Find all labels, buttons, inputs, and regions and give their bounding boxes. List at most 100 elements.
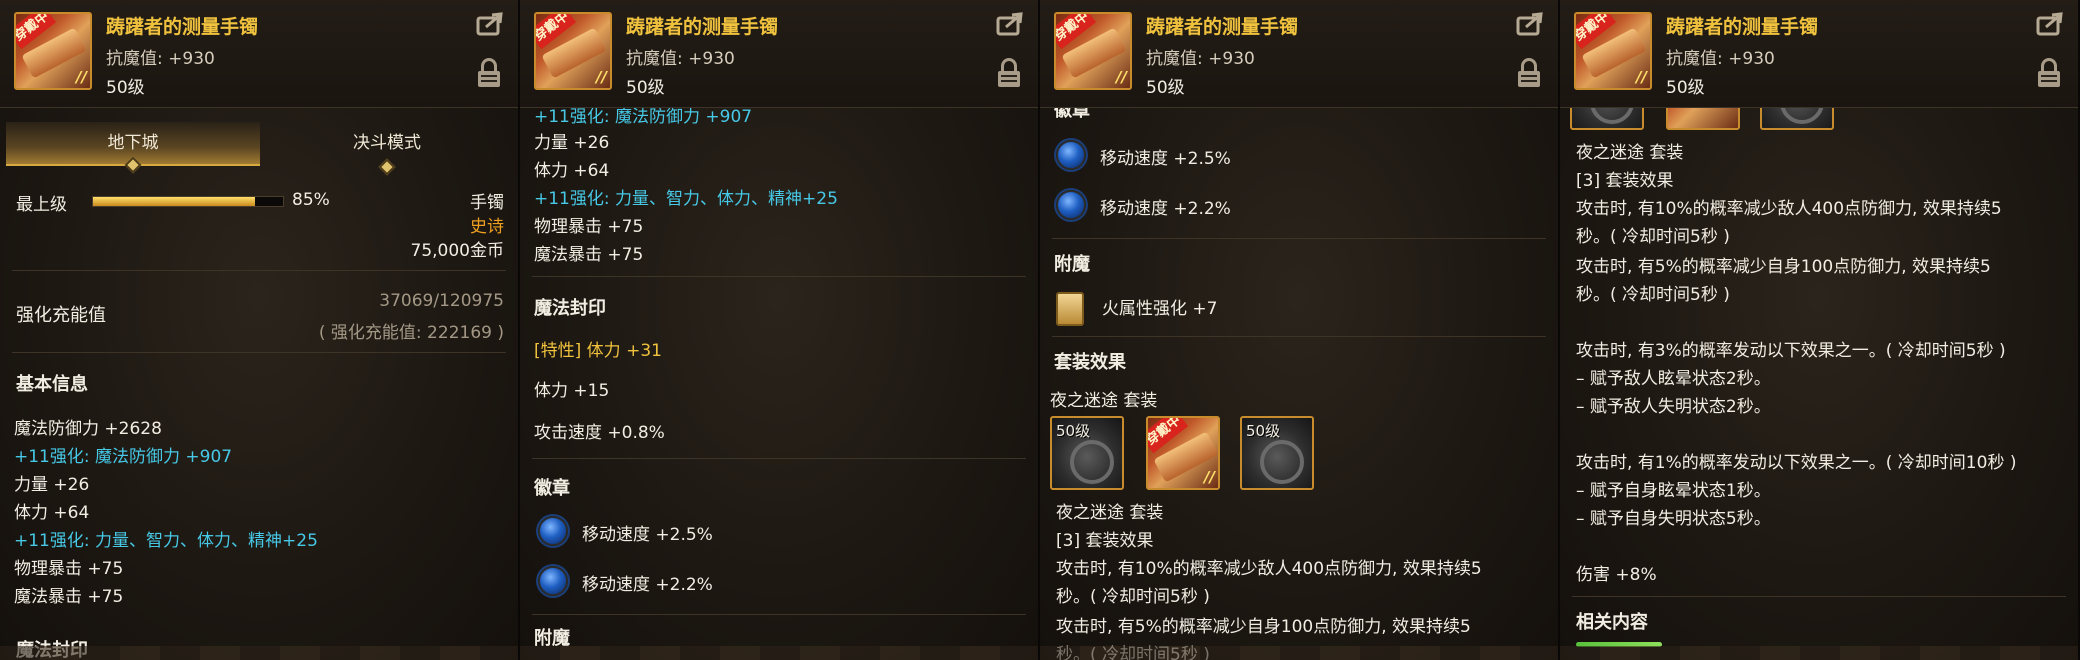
bracelet-icon: 穿戴中 // — [1054, 12, 1132, 90]
tooltip-panel-4: 穿戴中 // 踌躇者的测量手镯 抗魔值: +930 50级 夜之迷途 套装 [3… — [1560, 0, 2080, 660]
tooltip-panel-1: 穿戴中 // 踌躇者的测量手镯 抗魔值: +930 50级 地下城 决斗模式 最… — [0, 0, 520, 660]
lock-icon[interactable] — [478, 58, 500, 88]
divider — [12, 352, 506, 353]
stat-line: 力量 +26 — [14, 475, 90, 495]
reinforce-label: 强化充能值 — [16, 305, 106, 326]
item-header: 穿戴中 // 踌躇者的测量手镯 抗魔值: +930 50级 — [0, 0, 518, 108]
tooltip-panel-2: 穿戴中 // 踌躇者的测量手镯 抗魔值: +930 50级 +11强化: 魔法防… — [520, 0, 1040, 660]
tab-dungeon-label: 地下城 — [107, 133, 159, 153]
emblem-line: 移动速度 +2.2% — [582, 575, 713, 595]
item-name: 踌躇者的测量手镯 — [1666, 16, 1819, 38]
enchant-line: 火属性强化 +7 — [1102, 299, 1218, 319]
icon-mark: // — [76, 68, 87, 86]
item-name: 踌躇者的测量手镯 — [1146, 16, 1299, 38]
item-stat: 抗魔值: +930 — [106, 49, 215, 69]
effect-line: 秒。( 冷却时间5秒 ) — [1576, 285, 1730, 305]
divider — [1572, 596, 2066, 597]
related-tab-indicator — [1576, 642, 1662, 647]
tab-duel[interactable]: 决斗模式 — [260, 122, 514, 176]
lock-icon[interactable] — [1518, 58, 1540, 88]
effect-line: 攻击时, 有1%的概率发动以下效果之一。( 冷却时间10秒 ) — [1576, 453, 2017, 473]
price: 75,000金币 — [410, 241, 504, 261]
related-title: 相关内容 — [1576, 612, 1648, 633]
icon-mark: // — [1116, 68, 1127, 86]
tab-duel-label: 决斗模式 — [353, 133, 421, 153]
divider — [1052, 336, 1546, 337]
bracelet-icon: 穿戴中 // — [1574, 12, 1652, 90]
effect-line: 秒。( 冷却时间5秒 ) — [1576, 227, 1730, 247]
basic-info-title: 基本信息 — [16, 374, 88, 395]
blue-emblem-icon — [538, 566, 568, 596]
icon-mark: // — [1204, 468, 1215, 486]
effect-line: 攻击时, 有10%的概率减少敌人400点防御力, 效果持续5 — [1576, 199, 2002, 219]
icon-mark: // — [1636, 68, 1647, 86]
enchant-title: 附魔 — [534, 628, 570, 649]
share-icon[interactable] — [2036, 12, 2064, 36]
tab-dungeon[interactable]: 地下城 — [6, 122, 260, 174]
tooltip-strip: 穿戴中 // 踌躇者的测量手镯 抗魔值: +930 50级 地下城 决斗模式 最… — [0, 0, 2080, 660]
tooltip-panel-3: 穿戴中 // 踌躇者的测量手镯 抗魔值: +930 50级 徽章 移动速度 +2… — [1040, 0, 1560, 660]
effect-line: – 赋予敌人失明状态2秒。 — [1576, 397, 1771, 417]
set-item-bracelet-icon[interactable]: 穿戴中 // — [1146, 416, 1220, 490]
effect-line: 攻击时, 有5%的概率减少自身100点防御力, 效果持续5 — [1576, 257, 1991, 277]
set-item-level: 50级 — [1056, 422, 1091, 440]
tab-diamond-icon — [378, 158, 396, 176]
grade-bar-fill — [93, 197, 255, 206]
stat-line: 物理暴击 +75 — [14, 559, 124, 579]
set-item-dark-icon[interactable] — [1570, 108, 1644, 130]
lock-icon[interactable] — [2038, 58, 2060, 88]
effect-line: – 赋予自身眩晕状态1秒。 — [1576, 481, 1771, 501]
stat-line: 体力 +64 — [14, 503, 90, 523]
stat-line: 魔法防御力 +2628 — [14, 419, 162, 439]
enchant-card-icon — [1056, 292, 1084, 326]
divider — [12, 270, 506, 271]
item-level: 50级 — [106, 78, 145, 98]
tooltip-content: 夜之迷途 套装 [3] 套装效果 攻击时, 有10%的概率减少敌人400点防御力… — [1560, 108, 2078, 660]
set-name: 夜之迷途 套装 — [1050, 391, 1158, 411]
lock-icon[interactable] — [998, 58, 1020, 88]
item-header: 穿戴中 // 踌躇者的测量手镯 抗魔值: +930 50级 — [1560, 0, 2078, 108]
blue-emblem-icon — [1056, 190, 1086, 220]
set-effect-title: [3] 套装效果 — [1056, 531, 1154, 551]
share-icon[interactable] — [996, 12, 1024, 36]
set-item-level: 50级 — [1246, 422, 1281, 440]
item-stat: 抗魔值: +930 — [1146, 49, 1255, 69]
seal-trait: [特性] 体力 +31 — [534, 341, 662, 361]
blue-emblem-icon — [1056, 140, 1086, 170]
item-stat: 抗魔值: +930 — [626, 49, 735, 69]
bracelet-icon: 穿戴中 // — [534, 12, 612, 90]
effect-line: 伤害 +8% — [1576, 565, 1657, 585]
grade-bar — [92, 196, 284, 207]
effect-line: – 赋予自身失明状态5秒。 — [1576, 509, 1771, 529]
item-header: 穿戴中 // 踌躇者的测量手镯 抗魔值: +930 50级 — [1040, 0, 1558, 108]
emblem-line: 移动速度 +2.2% — [1100, 199, 1231, 219]
stat-line: 体力 +64 — [534, 161, 610, 181]
effect-line: 秒。( 冷却时间5秒 ) — [1056, 587, 1210, 607]
enchant-title: 附魔 — [1054, 254, 1090, 275]
set-item-dark-icon[interactable] — [1760, 108, 1834, 130]
grade-label: 最上级 — [16, 195, 67, 215]
share-icon[interactable] — [1516, 12, 1544, 36]
tooltip-content: +11强化: 魔法防御力 +907 力量 +26 体力 +64 +11强化: 力… — [520, 108, 1038, 660]
stat-line: +11强化: 力量、智力、体力、精神+25 — [534, 189, 838, 209]
tooltip-content: 徽章 移动速度 +2.5% 移动速度 +2.2% 附魔 火属性强化 +7 套装效… — [1040, 108, 1558, 660]
set-item-dark-icon[interactable]: 50级 — [1240, 416, 1314, 490]
stat-line: 力量 +26 — [534, 133, 610, 153]
set-name: 夜之迷途 套装 — [1576, 143, 1684, 163]
item-name: 踌躇者的测量手镯 — [106, 16, 259, 38]
item-name: 踌躇者的测量手镯 — [626, 16, 779, 38]
seal-line: 体力 +15 — [534, 381, 610, 401]
stat-line: +11强化: 力量、智力、体力、精神+25 — [14, 531, 318, 551]
set-item-bracelet-icon[interactable] — [1666, 108, 1740, 130]
bracelet-icon: 穿戴中 // — [14, 12, 92, 90]
stat-line: 魔法暴击 +75 — [14, 587, 124, 607]
mode-tabs: 地下城 决斗模式 — [6, 122, 514, 176]
effect-line: 攻击时, 有5%的概率减少自身100点防御力, 效果持续5 — [1056, 617, 1471, 637]
set-item-dark-icon[interactable]: 50级 — [1050, 416, 1124, 490]
share-icon[interactable] — [476, 12, 504, 36]
reinforce-value: ( 强化充能值: 222169 ) — [318, 323, 504, 343]
item-level: 50级 — [626, 78, 665, 98]
tooltip-content: 地下城 决斗模式 最上级 85% 手镯 史诗 75,000金币 强化充能值 37… — [0, 108, 518, 660]
effect-line: 攻击时, 有10%的概率减少敌人400点防御力, 效果持续5 — [1056, 559, 1482, 579]
set-title: 套装效果 — [1054, 352, 1126, 373]
